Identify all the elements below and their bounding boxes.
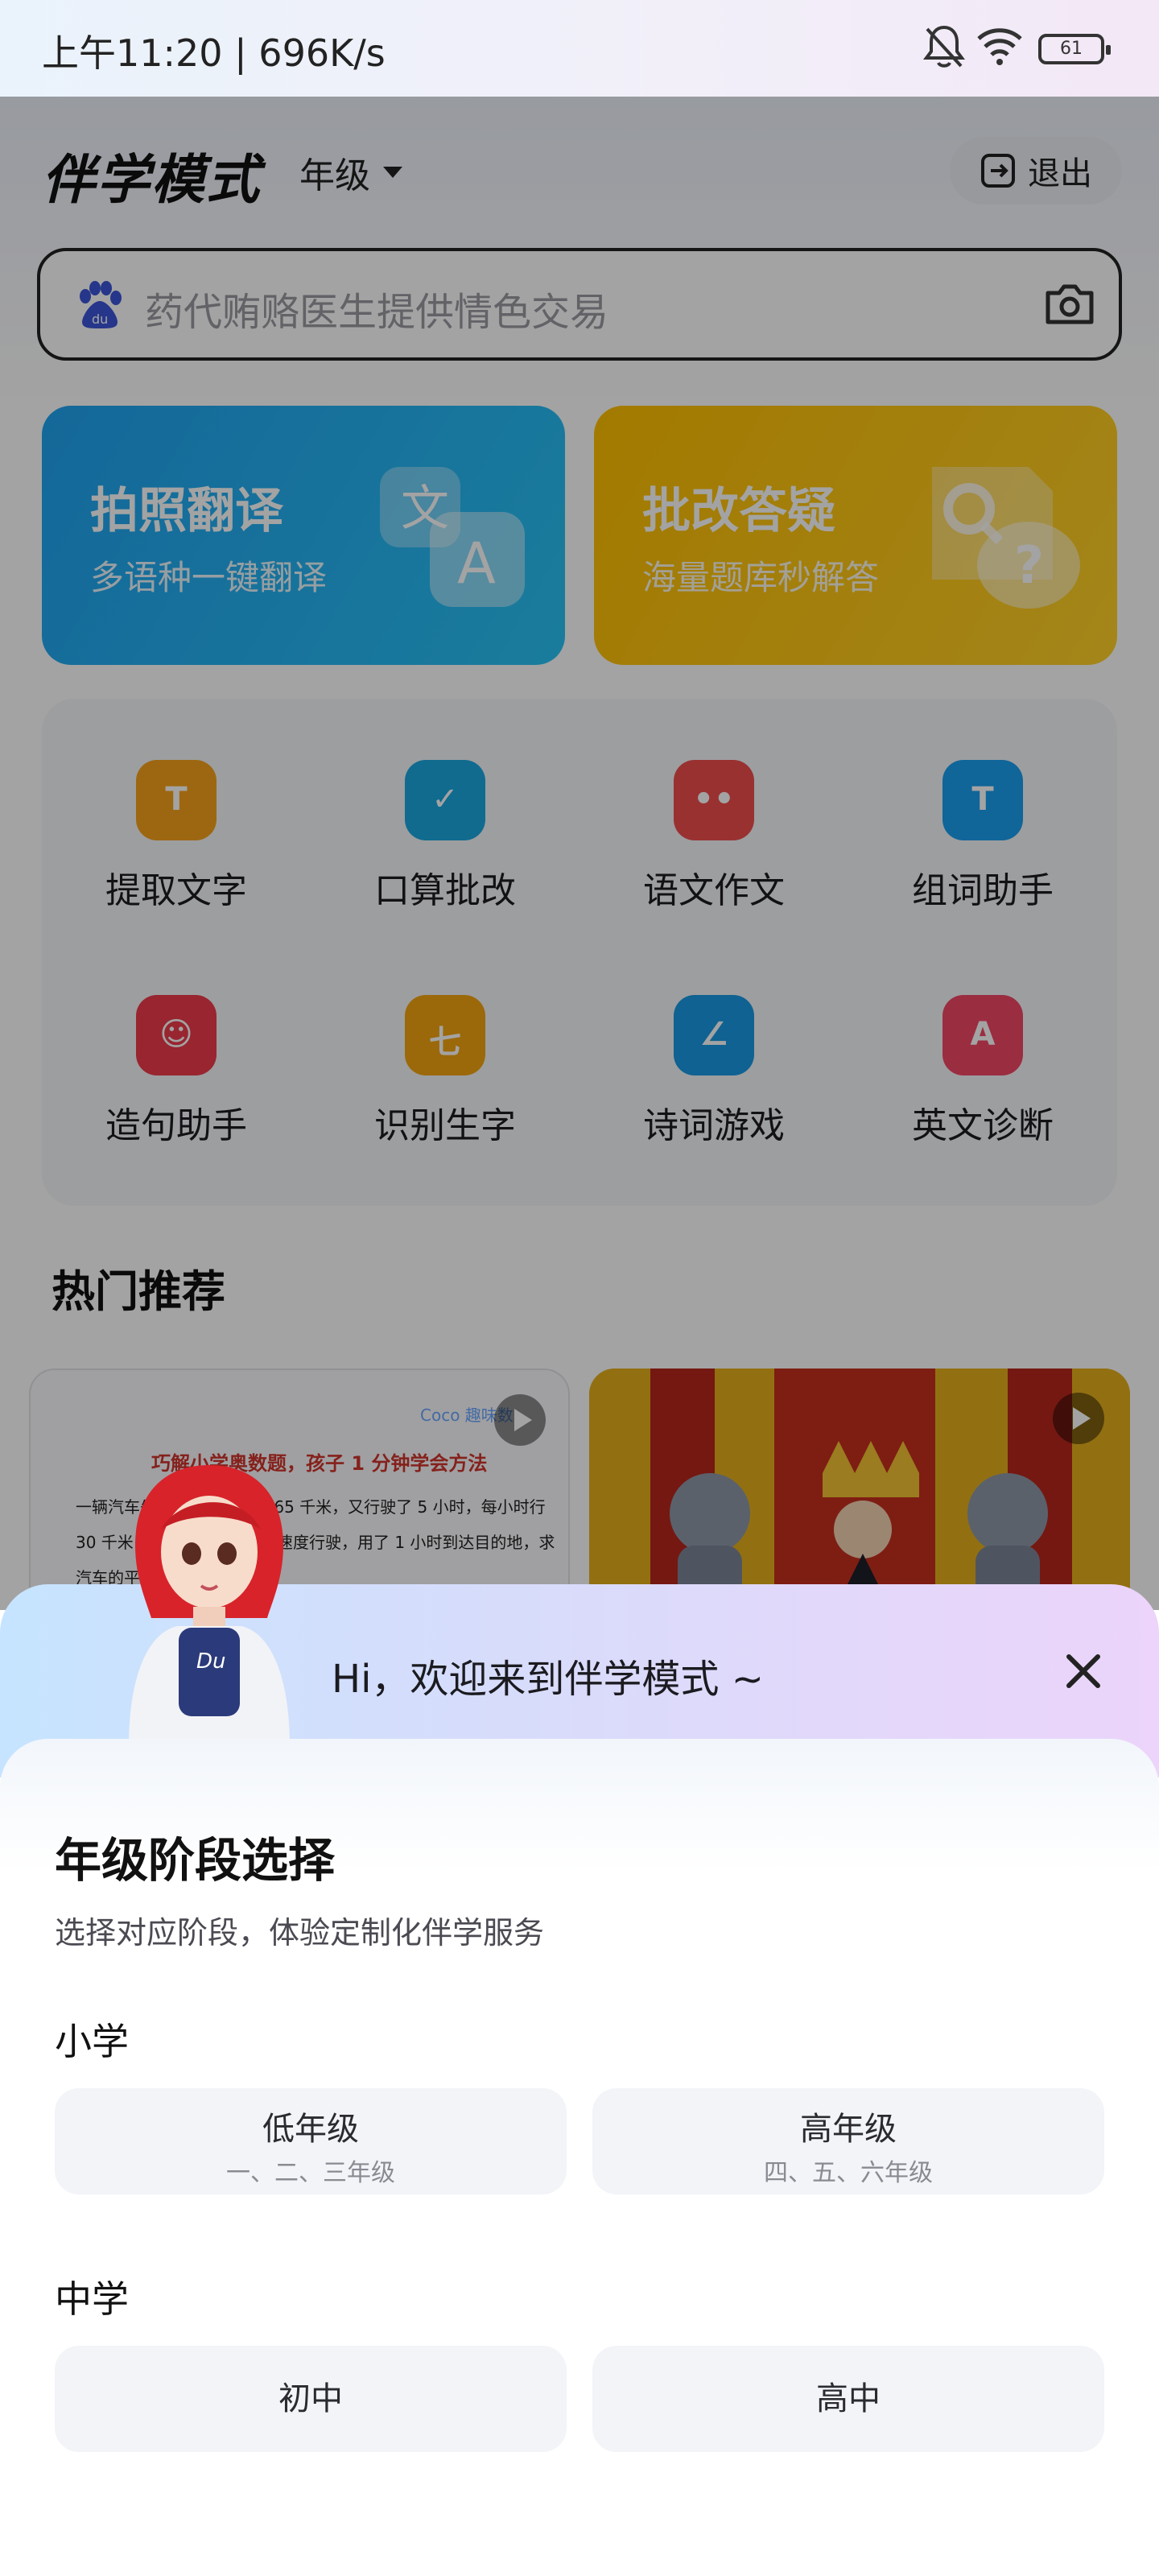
grade-selection-sheet: 年级阶段选择 选择对应阶段，体验定制化伴学服务 小学 低年级 一、二、三年级 高… bbox=[0, 1739, 1159, 2576]
option-label: 高年级 bbox=[800, 2111, 897, 2148]
section-label-middle: 中学 bbox=[55, 2277, 129, 2321]
section-label-primary: 小学 bbox=[55, 2020, 129, 2063]
mute-bell-icon bbox=[923, 25, 965, 68]
battery-indicator: 61 bbox=[1038, 34, 1111, 64]
option-lower-grades[interactable]: 低年级 一、二、三年级 bbox=[55, 2088, 567, 2194]
status-time: 上午11:20 | 696K/s bbox=[42, 31, 386, 75]
sheet-title: 年级阶段选择 bbox=[55, 1833, 336, 1888]
svg-text:Du: Du bbox=[196, 1649, 226, 1674]
close-icon[interactable] bbox=[1054, 1642, 1112, 1700]
welcome-text: Hi，欢迎来到伴学模式 ~ bbox=[332, 1657, 764, 1702]
option-upper-grades[interactable]: 高年级 四、五、六年级 bbox=[592, 2088, 1104, 2194]
modal-backdrop[interactable] bbox=[0, 97, 1159, 1610]
option-senior-high[interactable]: 高中 bbox=[592, 2346, 1104, 2452]
option-detail: 四、五、六年级 bbox=[764, 2159, 933, 2187]
option-label: 低年级 bbox=[262, 2111, 359, 2148]
wifi-icon bbox=[977, 28, 1022, 65]
companion-mode-page: 上午11:20 | 696K/s 61 伴学模式 年级 退出 du 药代贿赂医生… bbox=[0, 0, 1159, 2576]
option-label: 高中 bbox=[816, 2380, 881, 2417]
assistant-avatar: Du bbox=[129, 1465, 290, 1747]
option-detail: 一、二、三年级 bbox=[226, 2159, 395, 2187]
status-bar: 上午11:20 | 696K/s 61 bbox=[0, 0, 1159, 97]
option-label: 初中 bbox=[278, 2380, 343, 2417]
option-junior-high[interactable]: 初中 bbox=[55, 2346, 567, 2452]
sheet-subtitle: 选择对应阶段，体验定制化伴学服务 bbox=[55, 1915, 545, 1951]
